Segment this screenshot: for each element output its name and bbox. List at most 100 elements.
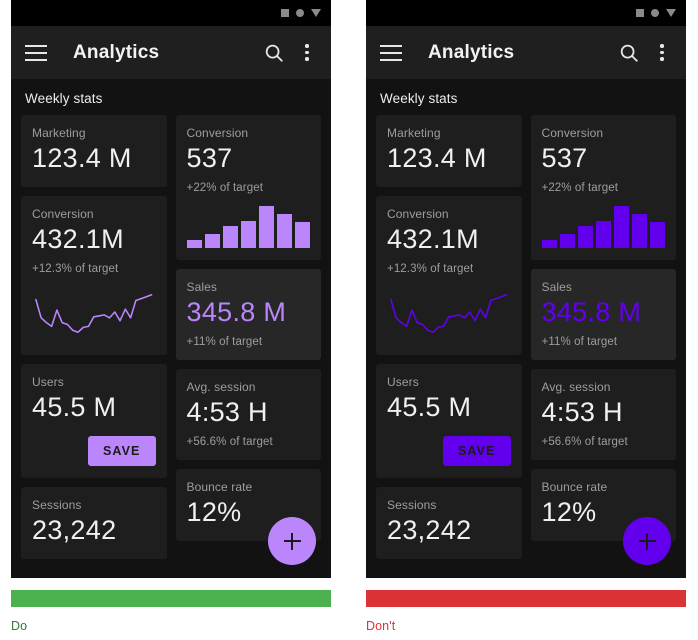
card-sessions[interactable]: Sessions 23,242 [21,486,167,559]
content-area: Weekly stats Marketing 123.4 M Conversio… [11,79,331,578]
card-marketing[interactable]: Marketing 123.4 M [21,115,167,187]
card-label: Conversion [387,206,449,221]
triangle-down-icon [311,9,321,17]
card-users[interactable]: Users 45.5 M SAVE [376,363,522,478]
bar-chart-conversion [541,205,666,248]
card-subtext: +11% of target [186,335,263,348]
card-value: 23,242 [387,514,472,545]
card-subtext: +11% of target [541,335,618,348]
save-button[interactable]: SAVE [442,435,511,466]
app-bar: Analytics [366,26,686,79]
circle-icon [651,9,659,17]
add-fab-button[interactable] [268,517,316,565]
card-label: Users [387,374,419,389]
card-label: Sessions [32,497,82,512]
card-sessions[interactable]: Sessions 23,242 [376,486,522,559]
card-value: 345.8 M [541,296,642,327]
search-icon[interactable] [263,42,285,64]
card-label: Bounce rate [186,479,253,494]
stats-grid: Marketing 123.4 M Conversion 432.1M +12.… [21,115,321,559]
bar-3 [577,226,593,248]
stats-grid: Marketing 123.4 M Conversion 432.1M +12.… [376,115,676,559]
add-fab-button[interactable] [623,517,671,565]
do-rule [11,590,331,607]
card-value: 4:53 H [186,396,268,427]
bar-4 [240,220,256,248]
card-label: Conversion [32,206,94,221]
dont-rule [366,590,686,607]
bar-chart-conversion [186,205,311,248]
card-label: Avg. session [541,379,611,394]
card-subtext: +12.3% of target [387,262,474,275]
card-conversion-432[interactable]: Conversion 432.1M +12.3% of target [21,195,167,355]
card-label: Marketing [32,126,86,140]
search-icon[interactable] [618,42,640,64]
content-area: Weekly stats Marketing 123.4 M Conversio… [366,79,686,578]
card-avg-session[interactable]: Avg. session 4:53 H +56.6% of target [175,368,321,460]
grid-column-right: Conversion 537 +22% of target Sales 345.… [530,115,676,559]
grid-column-right: Conversion 537 +22% of target Sales 345.… [175,115,321,559]
card-subtext: +22% of target [541,181,619,194]
app-bar: Analytics [11,26,331,79]
card-label: Conversion [541,126,604,140]
overflow-menu-icon[interactable] [652,42,672,64]
circle-icon [296,9,304,17]
grid-column-left: Marketing 123.4 M Conversion 432.1M +12.… [21,115,167,559]
card-value: 432.1M [387,223,479,254]
card-label: Conversion [186,126,249,140]
card-value: 45.5 M [387,391,472,422]
triangle-down-icon [666,9,676,17]
card-value: 4:53 H [541,396,623,427]
dont-caption: Don't [366,619,396,633]
card-value: 23,242 [32,514,117,545]
line-chart-conversion [32,281,156,343]
page-title: Analytics [73,41,160,63]
card-label: Users [32,374,64,389]
hamburger-menu-icon[interactable] [380,44,402,61]
card-label: Sales [541,279,573,294]
card-value: 345.8 M [186,296,287,327]
bar-5 [613,205,629,248]
do-caption: Do [11,619,28,633]
card-subtext: +56.6% of target [186,435,273,448]
card-value: 432.1M [32,223,124,254]
card-label: Marketing [387,126,441,140]
page-title: Analytics [428,41,515,63]
bar-7 [649,221,666,248]
hamburger-menu-icon[interactable] [25,44,47,61]
plus-icon [638,532,656,550]
bar-6 [276,214,292,248]
bar-5 [258,205,274,248]
dos-and-donts-comparison: Analytics Weekly stats Marketing 123.4 M [0,0,698,640]
save-button[interactable]: SAVE [87,435,156,466]
card-avg-session[interactable]: Avg. session 4:53 H +56.6% of target [530,368,676,460]
card-label: Sessions [387,497,437,512]
dont-panel: Analytics Weekly stats Marketing 123.4 M [366,0,686,633]
card-value: 45.5 M [32,391,117,422]
card-users[interactable]: Users 45.5 M SAVE [21,363,167,478]
bar-7 [294,221,311,248]
card-marketing[interactable]: Marketing 123.4 M [376,115,522,187]
card-subtext: +22% of target [186,181,264,194]
card-conversion-537[interactable]: Conversion 537 +22% of target [530,115,676,260]
bar-1 [541,240,557,248]
card-conversion-537[interactable]: Conversion 537 +22% of target [175,115,321,260]
card-sales[interactable]: Sales 345.8 M +11% of target [175,268,321,360]
card-value: 537 [186,143,233,173]
status-bar [11,0,331,26]
card-value: 123.4 M [32,143,132,173]
card-subtext: +56.6% of target [541,435,628,448]
card-sales[interactable]: Sales 345.8 M +11% of target [530,268,676,360]
phone-mock-do: Analytics Weekly stats Marketing 123.4 M [11,0,331,578]
overflow-menu-icon[interactable] [297,42,317,64]
card-label: Sales [186,279,218,294]
bar-6 [631,214,647,248]
square-icon [281,9,289,17]
status-bar [366,0,686,26]
bar-2 [204,233,220,248]
card-subtext: +12.3% of target [32,262,119,275]
square-icon [636,9,644,17]
phone-mock-dont: Analytics Weekly stats Marketing 123.4 M [366,0,686,578]
card-conversion-432[interactable]: Conversion 432.1M +12.3% of target [376,195,522,355]
card-label: Avg. session [186,379,256,394]
